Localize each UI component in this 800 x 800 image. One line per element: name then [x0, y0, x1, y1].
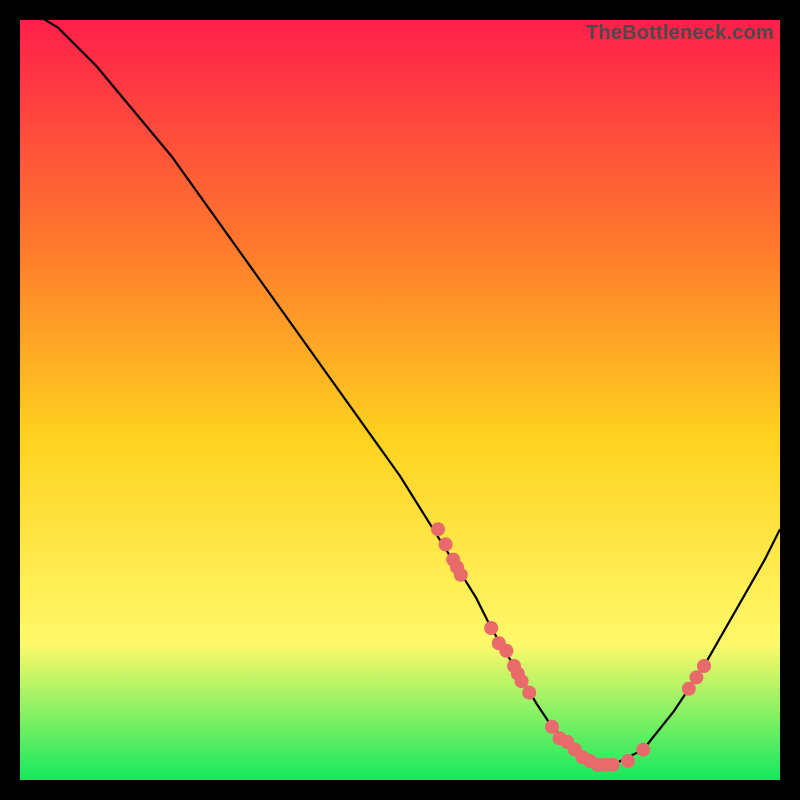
watermark-text: TheBottleneck.com — [586, 22, 774, 45]
data-dot — [689, 670, 703, 684]
data-dot — [606, 758, 620, 772]
data-dot — [682, 682, 696, 696]
gradient-background — [20, 20, 780, 780]
data-dot — [522, 686, 536, 700]
data-dot — [515, 674, 529, 688]
data-dot — [454, 568, 468, 582]
data-dot — [499, 644, 513, 658]
data-dot — [484, 621, 498, 635]
data-dot — [636, 743, 650, 757]
chart-frame: TheBottleneck.com — [20, 20, 780, 780]
data-dot — [697, 659, 711, 673]
data-dot — [545, 720, 559, 734]
data-dot — [439, 537, 453, 551]
data-dot — [431, 522, 445, 536]
chart-svg — [20, 20, 780, 780]
data-dot — [621, 754, 635, 768]
